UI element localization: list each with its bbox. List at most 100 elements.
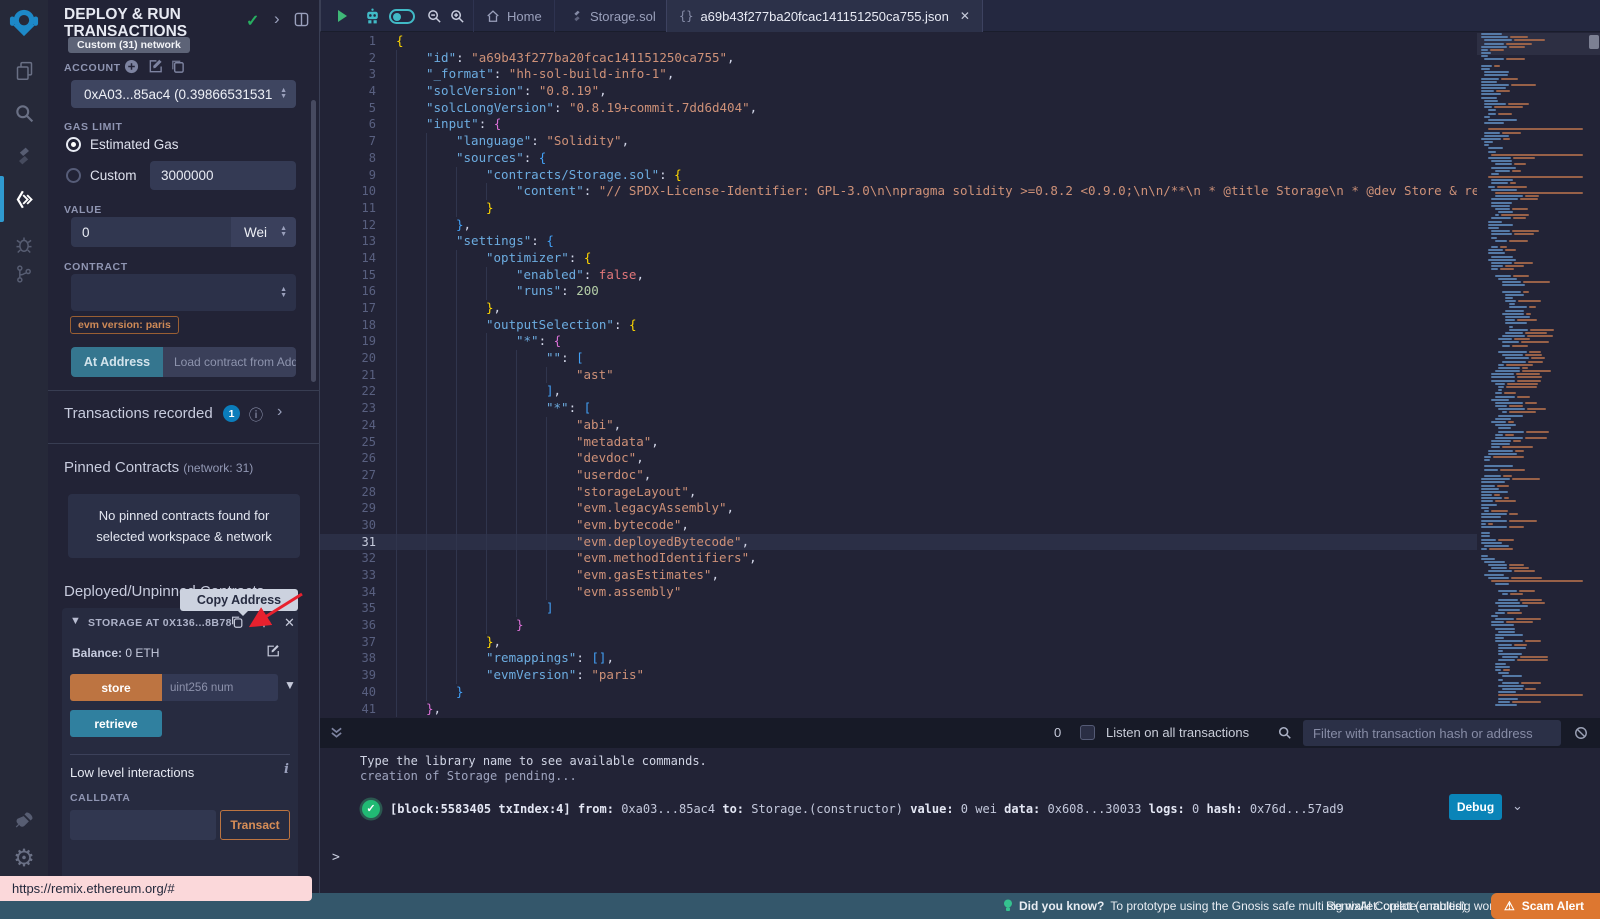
expand-terminal-icon[interactable]	[330, 726, 343, 744]
gas-custom-input[interactable]: 3000000	[150, 161, 296, 190]
terminal-message: Type the library name to see available c…	[360, 754, 707, 768]
active-plugin-indicator	[0, 176, 4, 222]
file-explorer-icon[interactable]	[12, 58, 36, 82]
retrieve-button[interactable]: retrieve	[70, 710, 162, 737]
pin-panel-icon[interactable]	[294, 12, 309, 32]
zoom-out-icon[interactable]	[427, 9, 444, 26]
plugin-manager-icon[interactable]	[12, 808, 36, 832]
sign-message-icon[interactable]	[148, 59, 163, 79]
code-line: 27"userdoc",	[320, 467, 1477, 484]
gas-estimated-label: Estimated Gas	[90, 137, 179, 152]
panel-scrollbar[interactable]	[311, 100, 316, 382]
panel-title: DEPLOY & RUN TRANSACTIONS	[64, 6, 254, 40]
balance-row: Balance: 0 ETH	[72, 646, 159, 660]
remove-contract-icon[interactable]: ✕	[284, 615, 298, 629]
code-line: 16"runs": 200	[320, 283, 1477, 300]
editor-lines: 1{2"id": "a69b43f277ba20fcac141151250ca7…	[320, 33, 1477, 717]
code-line: 14"optimizer": {	[320, 250, 1477, 267]
ai-assistant-icon[interactable]	[364, 8, 381, 25]
code-line: 31"evm.deployedBytecode",	[320, 534, 1477, 551]
debug-button[interactable]: Debug	[1449, 794, 1502, 820]
debugger-icon[interactable]	[12, 233, 36, 257]
listen-transactions-checkbox[interactable]	[1080, 725, 1095, 740]
lowlevel-info-icon[interactable]: i	[284, 762, 289, 777]
code-line: 22],	[320, 383, 1477, 400]
code-line: 28"storageLayout",	[320, 484, 1477, 501]
code-line: 21"ast"	[320, 367, 1477, 384]
network-badge: Custom (31) network	[68, 37, 190, 53]
at-address-input[interactable]: Load contract from Addre	[163, 347, 296, 377]
editor-scrollbar-thumb[interactable]	[1589, 35, 1599, 49]
store-expand-icon[interactable]: ▼	[284, 678, 296, 692]
value-input[interactable]: 0	[71, 217, 231, 247]
code-line: 37},	[320, 634, 1477, 651]
calldata-input[interactable]	[70, 810, 216, 840]
deploy-run-icon[interactable]	[12, 187, 36, 211]
store-button[interactable]: store	[70, 674, 162, 701]
clear-console-icon[interactable]	[1574, 726, 1588, 745]
terminal-body[interactable]: Type the library name to see available c…	[320, 748, 1600, 893]
copilot-toggle[interactable]	[389, 9, 415, 24]
code-line: 23"*": [	[320, 400, 1477, 417]
code-editor[interactable]: 1{2"id": "a69b43f277ba20fcac141151250ca7…	[320, 32, 1600, 718]
transaction-filter-input[interactable]	[1303, 720, 1561, 746]
lightbulb-icon	[1003, 899, 1013, 913]
value-amount: 0	[82, 225, 90, 240]
gas-custom-label: Custom	[90, 168, 137, 183]
transactions-expand-icon[interactable]: ›	[277, 403, 282, 421]
copilot-status[interactable]: RemixAI Copilot (enabled)	[1326, 893, 1466, 919]
edit-balance-icon[interactable]	[266, 644, 280, 663]
add-account-icon[interactable]	[124, 59, 139, 79]
terminal: 0 Listen on all transactions Type the li…	[320, 718, 1600, 893]
pending-tx-count: 0	[1054, 725, 1061, 740]
remix-logo-icon[interactable]	[9, 8, 39, 38]
solidity-compiler-icon[interactable]	[12, 144, 36, 168]
copy-address-icon[interactable]	[230, 615, 244, 629]
account-select[interactable]: 0xA03...85ac4 (0.39866531531 ▲▼	[71, 80, 296, 108]
tab-storage-sol[interactable]: Storage.sol	[559, 0, 669, 32]
instance-collapse-icon[interactable]: ▼	[70, 615, 81, 627]
value-unit: Wei	[244, 225, 267, 240]
compile-check-icon: ✓	[246, 11, 259, 31]
at-address-button[interactable]: At Address	[71, 347, 163, 377]
transact-button[interactable]: Transact	[220, 810, 290, 840]
deployed-contract-card: ▼ STORAGE AT 0X136...8B78 ✕ Balance: 0 E…	[62, 608, 298, 880]
store-input[interactable]	[162, 674, 278, 701]
code-line: 10"content": "// SPDX-License-Identifier…	[320, 183, 1477, 200]
tab-home[interactable]: Home	[473, 0, 555, 32]
gas-custom-radio[interactable]	[66, 168, 81, 183]
code-line: 6"input": {	[320, 116, 1477, 133]
code-line: 4"solcVersion": "0.8.19",	[320, 83, 1477, 100]
tx-expand-icon[interactable]: ⌄	[1512, 798, 1523, 814]
code-line: 41},	[320, 701, 1477, 718]
zoom-in-icon[interactable]	[450, 9, 467, 26]
lowlevel-title: Low level interactions	[70, 765, 194, 780]
tab-json-active[interactable]: {} a69b43f277ba20fcac141151250ca755.json…	[666, 0, 983, 32]
git-icon[interactable]	[12, 262, 36, 286]
search-icon[interactable]	[12, 101, 36, 125]
run-script-icon[interactable]	[334, 8, 351, 25]
transactions-info-icon[interactable]: ⓘ	[249, 405, 263, 425]
gas-estimated-radio[interactable]	[66, 137, 81, 152]
account-select-stepper-icon: ▲▼	[280, 88, 287, 100]
contract-select[interactable]: ▲▼	[71, 274, 296, 311]
contract-label: CONTRACT	[64, 261, 128, 273]
copy-account-icon[interactable]	[170, 59, 185, 79]
instance-title: STORAGE AT 0X136...8B78	[88, 617, 232, 629]
evm-version-badge: evm version: paris	[70, 316, 179, 334]
value-unit-select[interactable]: Wei ▲▼	[231, 217, 296, 247]
tab-close-icon[interactable]: ✕	[960, 9, 970, 23]
code-line: 36}	[320, 617, 1477, 634]
code-line: 35]	[320, 600, 1477, 617]
transaction-log-line[interactable]: [block:5583405 txIndex:4] from: 0xa03...…	[390, 802, 1344, 816]
minimap[interactable]	[1477, 33, 1588, 717]
pin-contract-icon[interactable]	[257, 615, 271, 629]
settings-gear-icon[interactable]: ⚙	[12, 846, 36, 870]
tx-success-icon[interactable]: ✓	[362, 800, 380, 818]
scam-alert-badge[interactable]: ⚠Scam Alert	[1491, 893, 1600, 919]
code-line: 29"evm.legacyAssembly",	[320, 500, 1477, 517]
value-unit-stepper-icon: ▲▼	[280, 226, 287, 238]
link-preview: https://remix.ethereum.org/#	[0, 876, 312, 901]
panel-expand-icon[interactable]: ›	[274, 9, 280, 29]
terminal-prompt[interactable]: >	[332, 850, 340, 865]
